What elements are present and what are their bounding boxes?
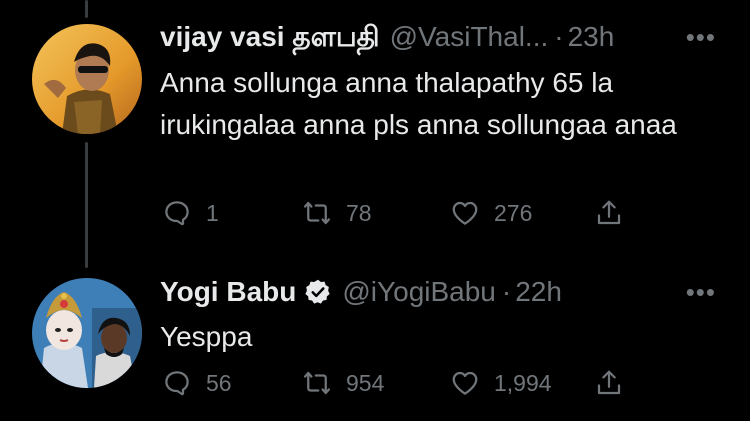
author-handle[interactable]: @iYogiBabu (342, 275, 496, 309)
like-count: 1,994 (494, 369, 552, 396)
avatar-yogi-babu[interactable] (32, 278, 142, 388)
reply-count: 1 (206, 199, 219, 226)
tweet-text: Yesppa (160, 321, 253, 352)
tweet-text: Anna sollunga anna thalapathy 65 la iruk… (160, 67, 677, 140)
separator-dot: · (501, 276, 512, 307)
more-dots-icon[interactable]: ••• (686, 277, 716, 308)
share-button[interactable] (594, 368, 624, 398)
retweet-button[interactable]: 954 (302, 368, 384, 398)
retweet-button[interactable]: 78 (302, 198, 372, 228)
tweet-yogi-babu[interactable]: Yogi Babu @iYogiBabu · 22h ••• Yesppa 56… (0, 260, 750, 421)
share-button[interactable] (594, 198, 624, 228)
avatar-vijay-vasi[interactable] (32, 24, 142, 134)
timestamp[interactable]: 22h (515, 275, 562, 309)
share-icon (597, 370, 621, 395)
retweet-icon (304, 201, 330, 225)
reply-icon (165, 371, 189, 396)
like-count: 276 (494, 199, 533, 226)
retweet-count: 954 (346, 369, 385, 396)
retweet-icon (304, 371, 330, 395)
heart-icon (452, 201, 478, 225)
tweet-header: vijay vasi தளபதி @VasiThal... · 23h (160, 20, 614, 54)
author-handle[interactable]: @VasiThal... (390, 20, 549, 54)
reply-icon (165, 201, 189, 226)
tweet-actions: 56 954 1,994 (160, 368, 640, 408)
tweet-header: Yogi Babu @iYogiBabu · 22h (160, 275, 562, 309)
like-button[interactable]: 276 (450, 198, 532, 228)
like-button[interactable]: 1,994 (450, 368, 552, 398)
share-icon (597, 200, 621, 225)
verified-badge-icon (305, 279, 331, 304)
more-dots-icon[interactable]: ••• (686, 22, 716, 53)
timestamp[interactable]: 23h (568, 20, 615, 54)
author-name[interactable]: Yogi Babu (160, 275, 296, 309)
heart-icon (452, 371, 478, 395)
reply-button[interactable]: 56 (162, 368, 232, 398)
retweet-count: 78 (346, 199, 372, 226)
reply-button[interactable]: 1 (162, 198, 219, 228)
separator-dot: · (554, 21, 564, 52)
tweet-vijay-vasi[interactable]: vijay vasi தளபதி @VasiThal... · 23h ••• … (0, 0, 750, 260)
author-name[interactable]: vijay vasi தளபதி (160, 20, 380, 54)
reply-count: 56 (206, 369, 232, 396)
tweet-actions: 1 78 276 (160, 198, 640, 238)
